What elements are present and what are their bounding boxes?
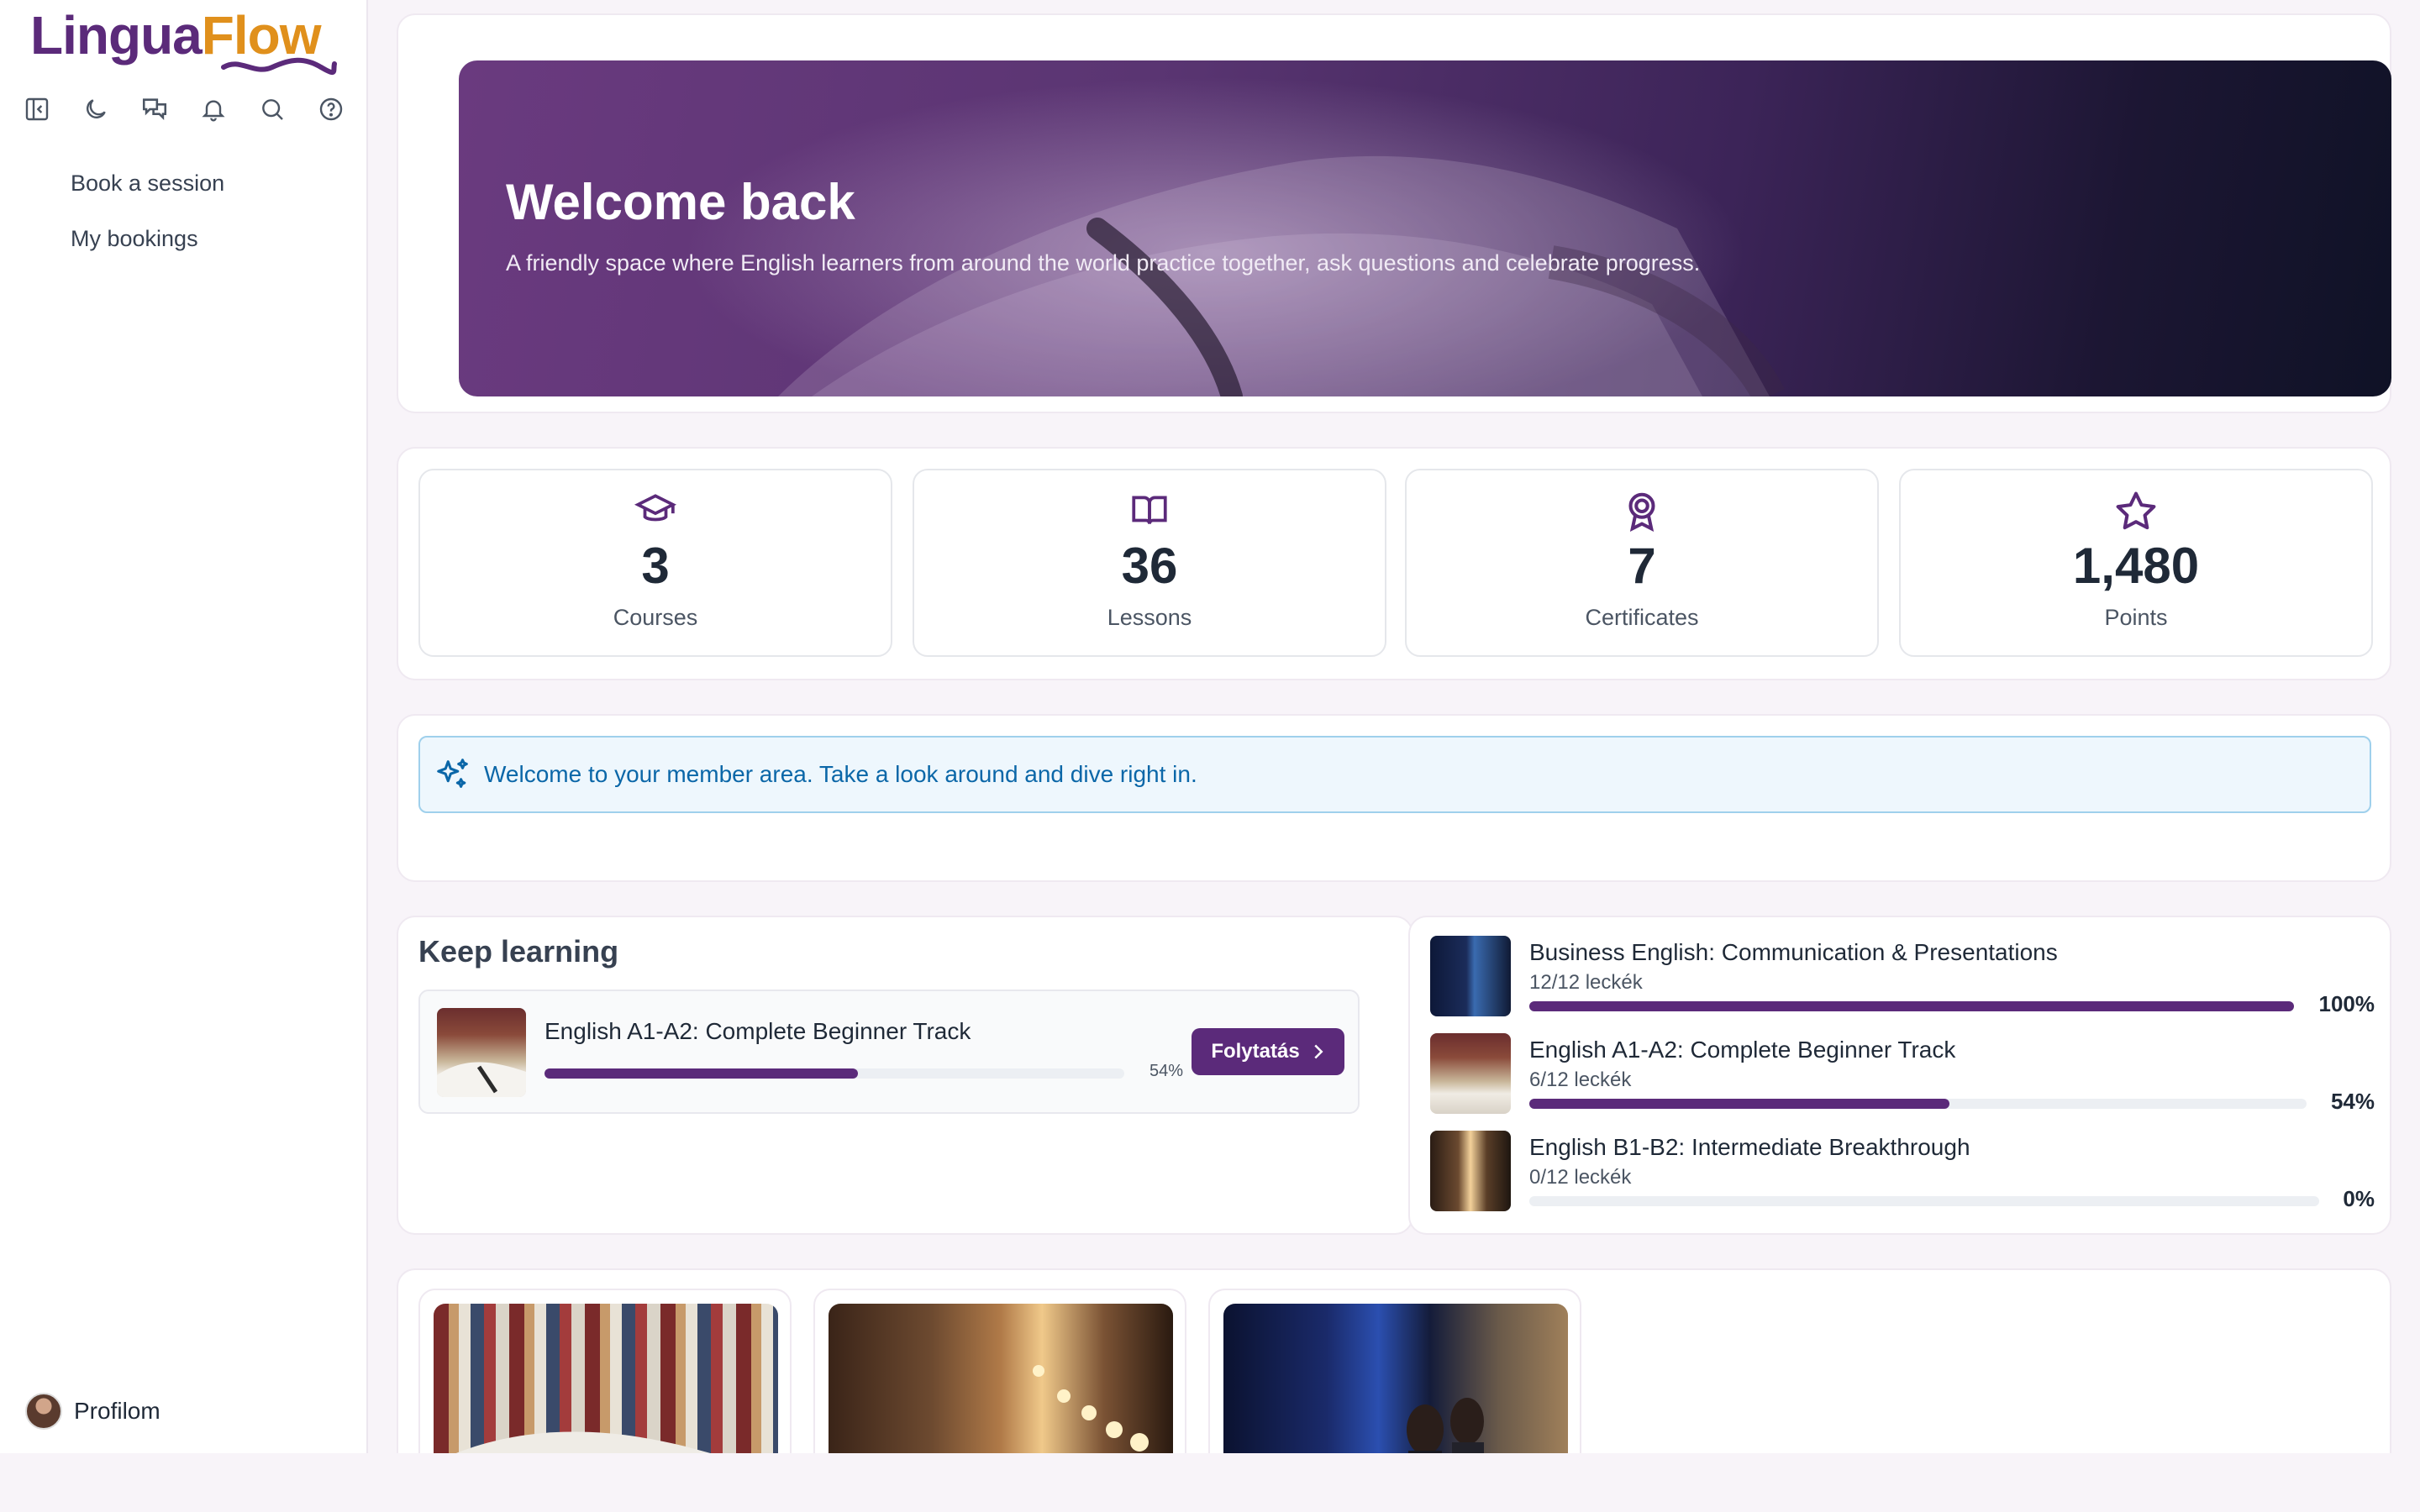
course-progress-label: 100% [2318,991,2375,1016]
course-lessons: 0/12 leckék [1529,1166,1632,1189]
course-row[interactable]: English B1-B2: Intermediate Breakthrough… [1430,1131,2375,1215]
chevron-right-icon [1314,1044,1323,1059]
stat-points: 1,480 Points [1899,469,2373,657]
award-ribbon-icon [1628,492,1655,532]
stat-points-value: 1,480 [2072,538,2200,594]
collapse-sidebar-icon [25,97,49,121]
search-button[interactable] [257,94,287,124]
open-book-icon [1132,496,1167,525]
sparkles-icon [437,759,468,788]
notification-bell-icon [202,100,225,122]
book-thumbnail-image [437,1062,526,1097]
course-name: English B1-B2: Intermediate Breakthrough [1529,1134,1970,1160]
nav-item-book-session[interactable]: Book a session [71,165,224,220]
courses-progress-card: Business English: Communication & Presen… [1408,916,2391,1235]
logo[interactable]: LinguaFlow [30,2,341,77]
hero-subtitle: A friendly space where English learners … [506,250,1701,276]
stat-courses-value: 3 [641,538,670,594]
logo-text-lingua: Lingua [30,5,203,66]
keep-learning-course[interactable]: English A1-A2: Complete Beginner Track 5… [418,990,1360,1114]
stat-courses: 3 Courses [418,469,892,657]
profile-link[interactable]: Profilom [25,1393,160,1430]
course-progress-fill [1529,1001,2294,1011]
course-progress-label: 0% [2343,1186,2375,1211]
star-icon [2116,491,2156,530]
stat-certificates-label: Certificates [1585,605,1699,630]
course-name: Business English: Communication & Presen… [1529,939,2058,965]
keep-learning-progress-fill [544,1068,858,1079]
course-lessons: 6/12 leckék [1529,1068,1632,1091]
sidebar-toolbar [22,94,346,124]
help-button[interactable] [316,94,346,124]
welcome-notice-text: Welcome to your member area. Take a look… [484,761,1197,787]
keep-learning-title: Keep learning [418,934,619,969]
stat-lessons-value: 36 [1121,538,1178,594]
hero-card: Welcome back A friendly space where Engl… [397,13,2391,413]
profile-label: Profilom [74,1398,160,1424]
dark-mode-icon [87,99,106,118]
notifications-button[interactable] [198,94,229,124]
graduation-cap-icon [634,494,677,522]
course-name: English A1-A2: Complete Beginner Track [1529,1037,1956,1063]
welcome-notice: Welcome to your member area. Take a look… [418,736,2371,813]
stat-lessons: 36 Lessons [913,469,1386,657]
nav-item-my-bookings[interactable]: My bookings [71,220,224,276]
continue-button[interactable]: Folytatás [1192,1028,1344,1075]
chat-button[interactable] [139,94,170,124]
course-thumbnail [1430,1131,1511,1211]
chat-icon [142,98,167,120]
search-icon [262,99,283,120]
course-lessons: 12/12 leckék [1529,971,1643,994]
logo-wave-icon [221,57,337,76]
avatar [25,1393,62,1430]
main-content: Welcome back A friendly space where Engl… [368,0,2420,1507]
course-progress-bar [1529,1196,2319,1206]
stat-lessons-label: Lessons [1107,605,1192,630]
keep-learning-progress-label: 54% [1150,1062,1184,1080]
course-progress-fill [1529,1099,1949,1109]
continue-button-label: Folytatás [1211,1040,1300,1063]
course-row[interactable]: Business English: Communication & Presen… [1430,936,2375,1020]
page-bottom-area [0,1453,2420,1512]
keep-learning-card: Keep learning English A1-A2: Complete Be… [397,916,1413,1235]
stat-certificates: 7 Certificates [1405,469,1879,657]
hero-title: Welcome back [506,174,855,230]
keep-learning-progress-bar [544,1068,1124,1079]
dark-mode-button[interactable] [81,94,111,124]
stat-certificates-value: 7 [1628,538,1656,594]
course-thumbnail [437,1008,526,1097]
course-row[interactable]: English A1-A2: Complete Beginner Track 6… [1430,1033,2375,1117]
sidebar: LinguaFlow Book a session My bookings Pr… [0,0,368,1453]
stat-courses-label: Courses [613,605,698,630]
help-icon [319,97,343,121]
stat-points-label: Points [2104,605,2168,630]
course-thumbnail [1430,1033,1511,1114]
collapse-sidebar-button[interactable] [22,94,52,124]
hero-banner: Welcome back A friendly space where Engl… [459,60,2391,396]
keep-learning-course-name: English A1-A2: Complete Beginner Track [544,1018,971,1044]
sidebar-nav: Book a session My bookings [71,165,224,276]
course-progress-bar [1529,1001,2294,1011]
course-progress-bar [1529,1099,2307,1109]
course-thumbnail [1430,936,1511,1016]
course-progress-label: 54% [2330,1089,2375,1114]
